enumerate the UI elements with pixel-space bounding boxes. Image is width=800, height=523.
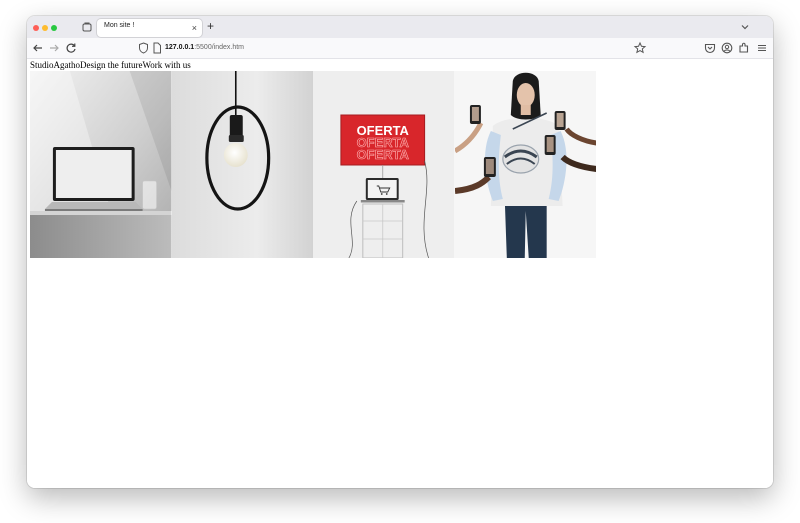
- new-tab-button[interactable]: +: [207, 19, 214, 34]
- nav-link-work-with-us[interactable]: Work with us: [143, 60, 191, 70]
- chevron-down-icon[interactable]: [739, 21, 751, 33]
- account-icon[interactable]: [720, 41, 734, 55]
- pocket-icon[interactable]: [703, 41, 717, 55]
- navigation-bar: 127.0.0.1:5500/index.htm: [27, 38, 773, 59]
- laptop-photo: [30, 71, 172, 258]
- tab-close-icon[interactable]: ×: [192, 22, 197, 34]
- minimize-window-button[interactable]: [42, 25, 48, 31]
- nav-link-agatho[interactable]: Agatho: [54, 60, 81, 70]
- sign-text-3: OFERTA: [357, 147, 410, 162]
- url-path: :5500/index.htm: [194, 44, 245, 51]
- tab-title: Mon site !: [104, 22, 135, 29]
- tab-list-icon[interactable]: [81, 21, 93, 33]
- page-content: StudioAgathoDesign the futureWork with u…: [27, 59, 773, 488]
- shield-icon[interactable]: [138, 42, 149, 54]
- tab-active[interactable]: Mon site ! ×: [97, 19, 202, 37]
- reload-icon[interactable]: [64, 41, 78, 55]
- nav-links: StudioAgathoDesign the futureWork with u…: [30, 60, 191, 70]
- nav-link-design-the-future[interactable]: Design the future: [80, 60, 142, 70]
- menu-icon[interactable]: [755, 41, 769, 55]
- tab-bar: Mon site ! × +: [27, 16, 773, 38]
- close-window-button[interactable]: [33, 25, 39, 31]
- pendant-lamp-photo: [171, 71, 313, 258]
- browser-window: Mon site ! × + 127.0.0.1:5500/index.htm: [27, 16, 773, 488]
- bookmark-star-icon[interactable]: [633, 41, 647, 55]
- url-host: 127.0.0.1: [165, 44, 195, 51]
- oferta-display-photo: OFERTA OFERTA OFERTA: [313, 71, 455, 258]
- model-phones-photo: [454, 71, 596, 258]
- zoom-window-button[interactable]: [51, 25, 57, 31]
- image-gallery: OFERTA OFERTA OFERTA: [30, 71, 596, 258]
- nav-link-studio[interactable]: Studio: [30, 60, 54, 70]
- back-arrow-icon[interactable]: [31, 41, 45, 55]
- forward-arrow-icon[interactable]: [47, 41, 61, 55]
- address-bar[interactable]: 127.0.0.1:5500/index.htm: [165, 42, 244, 54]
- page-info-icon[interactable]: [152, 42, 162, 54]
- extensions-icon[interactable]: [737, 41, 751, 55]
